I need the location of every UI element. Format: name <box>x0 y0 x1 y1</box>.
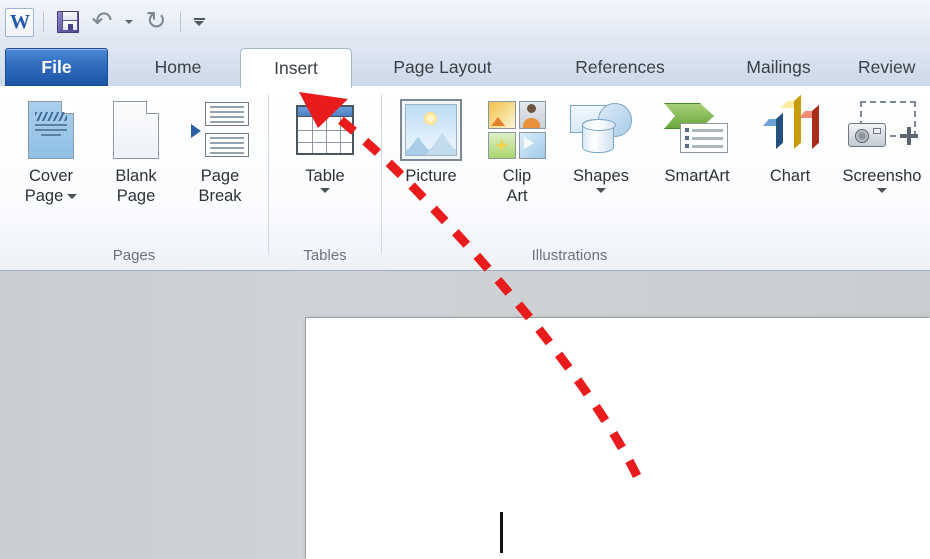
table-label: Table <box>305 167 345 185</box>
ribbon-command-blank-page[interactable]: Blank Page <box>96 94 176 206</box>
clip-art-label: Clip Art <box>502 167 532 205</box>
save-icon <box>57 11 79 33</box>
ribbon-command-chart[interactable]: Chart <box>750 94 830 186</box>
word-logo-icon[interactable]: W <box>5 7 34 37</box>
ribbon-tabstrip: File Home Insert Page Layout References … <box>0 44 930 88</box>
redo-button[interactable]: ↻ <box>141 7 171 37</box>
undo-dropdown-button[interactable] <box>121 7 137 37</box>
chart-label: Chart <box>769 167 811 185</box>
ribbon-command-cover-page[interactable]: Cover Page <box>8 94 94 206</box>
smartart-icon <box>664 94 730 166</box>
word-window: W ↶ ↻ File Home Insert Page Layout Refer… <box>0 0 930 559</box>
picture-label: Picture <box>405 167 457 185</box>
quick-access-toolbar: W ↶ ↻ <box>0 0 930 44</box>
ribbon-group-pages: Cover Page Blank Page Page Break Pages <box>0 86 268 268</box>
ribbon-group-label-illustrations: Illustrations <box>531 247 608 264</box>
ribbon-command-page-break[interactable]: Page Break <box>178 94 262 206</box>
ribbon-command-smartart[interactable]: SmartArt <box>644 94 750 186</box>
customize-qat-button[interactable] <box>190 7 208 37</box>
ribbon-command-table[interactable]: Table <box>281 94 369 193</box>
picture-icon <box>400 94 462 166</box>
save-button[interactable] <box>53 7 83 37</box>
tab-insert[interactable]: Insert <box>240 48 352 88</box>
document-page[interactable] <box>306 318 930 559</box>
ribbon-command-screenshot[interactable]: Screensho <box>830 94 930 193</box>
tab-review[interactable]: Review <box>858 48 930 87</box>
page-break-label: Page Break <box>198 167 242 205</box>
tab-home[interactable]: Home <box>123 48 233 87</box>
table-icon <box>296 94 354 166</box>
cover-page-icon <box>28 94 74 166</box>
ribbon-group-tables: Table Tables <box>269 86 381 268</box>
ribbon-group-label-pages: Pages <box>112 247 156 264</box>
document-workspace[interactable] <box>0 271 930 559</box>
qat-divider-1 <box>43 12 44 32</box>
chart-icon <box>759 94 821 166</box>
shapes-icon <box>570 94 632 166</box>
ribbon-insert-panel: Cover Page Blank Page Page Break Pages T… <box>0 86 930 271</box>
tab-mailings[interactable]: Mailings <box>710 48 847 87</box>
shapes-label: Shapes <box>573 167 629 185</box>
tab-page-layout[interactable]: Page Layout <box>360 48 525 87</box>
ribbon-group-illustrations: Picture Clip Art Shapes SmartArt Chart S… <box>382 86 930 268</box>
tab-references[interactable]: References <box>536 48 704 87</box>
smartart-label: SmartArt <box>664 167 730 185</box>
ribbon-command-shapes[interactable]: Shapes <box>554 94 648 193</box>
chevron-down-icon[interactable] <box>877 188 887 193</box>
clip-art-icon <box>488 94 546 166</box>
chevron-down-icon[interactable] <box>596 188 606 193</box>
screenshot-label: Screensho <box>842 167 922 185</box>
chevron-down-icon <box>194 21 204 26</box>
redo-icon: ↻ <box>145 6 167 35</box>
ribbon-command-clip-art[interactable]: Clip Art <box>478 94 556 206</box>
screenshot-icon <box>846 94 918 166</box>
page-break-icon <box>191 94 249 166</box>
chevron-down-icon[interactable] <box>320 188 330 193</box>
qat-divider-2 <box>180 12 181 32</box>
blank-page-icon <box>113 94 159 166</box>
undo-icon: ↶ <box>91 6 113 35</box>
undo-button[interactable]: ↶ <box>87 7 117 37</box>
ribbon-group-label-tables: Tables <box>303 247 347 264</box>
cover-page-label: Cover Page <box>25 166 78 206</box>
chevron-down-icon[interactable] <box>67 194 78 200</box>
text-cursor-caret <box>500 512 503 553</box>
blank-page-label: Blank Page <box>115 167 157 205</box>
chevron-down-icon <box>125 20 133 24</box>
word-logo-glyph: W <box>10 11 30 33</box>
ribbon-command-picture[interactable]: Picture <box>387 94 475 186</box>
customize-qat-bar-icon <box>193 18 205 20</box>
tab-file[interactable]: File <box>5 48 108 86</box>
